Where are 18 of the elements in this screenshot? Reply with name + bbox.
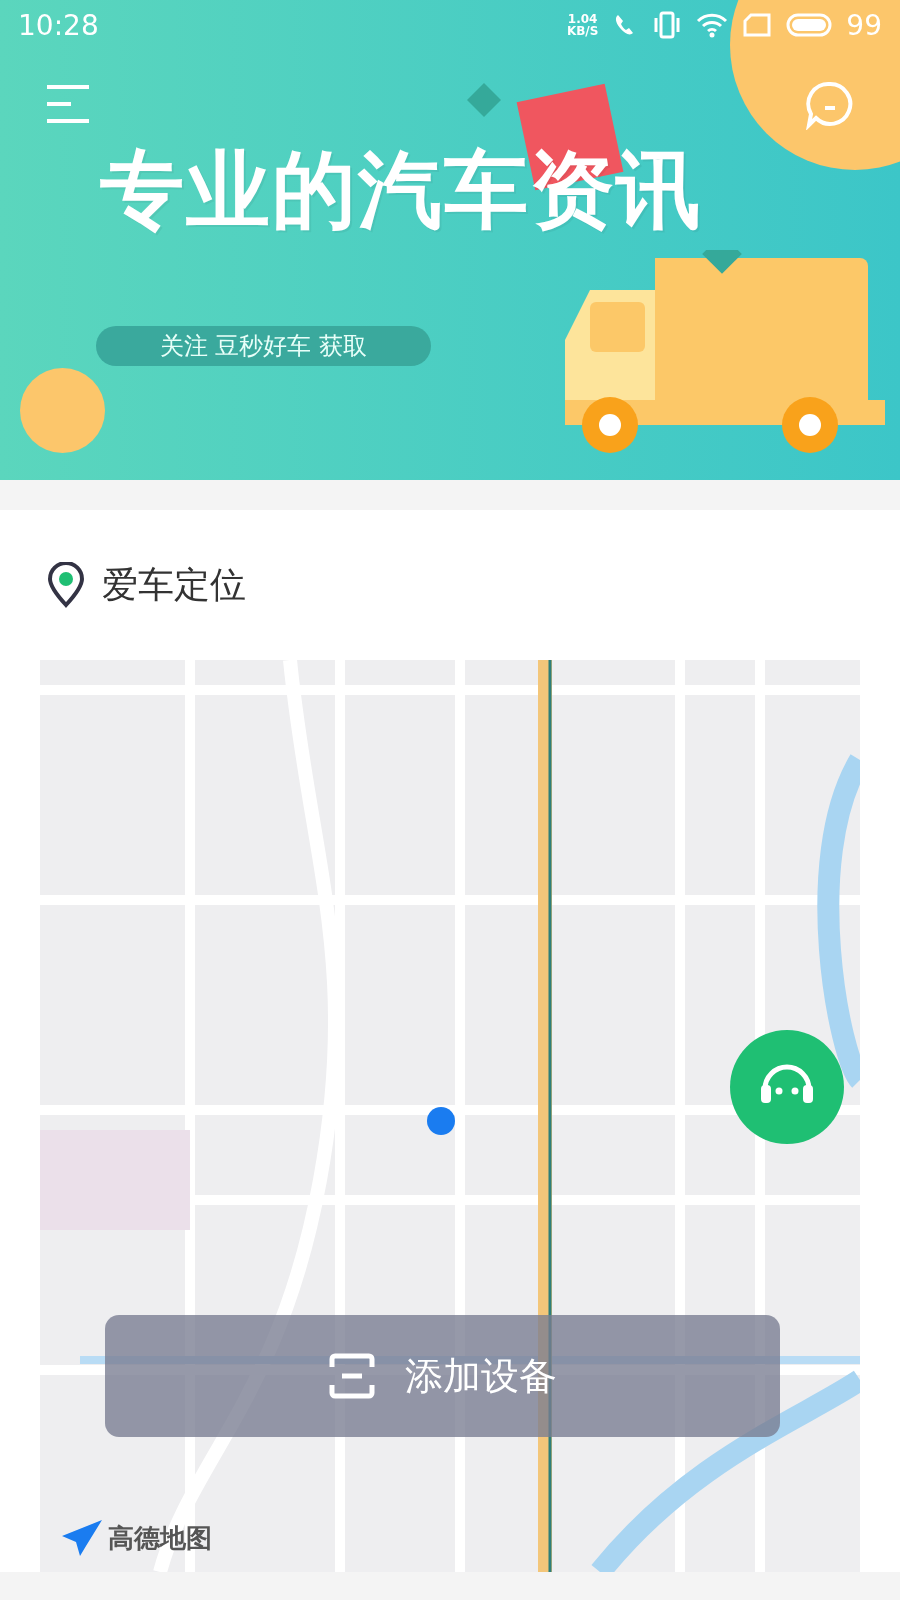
map-attribution: 高德地图 bbox=[108, 1521, 212, 1555]
section-title: 爱车定位 bbox=[102, 562, 246, 607]
chat-icon[interactable] bbox=[805, 80, 855, 130]
sim-icon bbox=[742, 12, 773, 38]
scan-icon bbox=[328, 1353, 375, 1399]
banner-tagline: 关注 豆秒好车 获取 bbox=[96, 326, 431, 366]
location-pin-icon bbox=[46, 562, 86, 608]
paper-plane-icon bbox=[60, 1518, 104, 1558]
battery-level: 99 bbox=[846, 8, 882, 42]
vibrate-icon bbox=[652, 11, 683, 39]
current-location-dot bbox=[427, 1107, 455, 1135]
status-time: 10:28 bbox=[18, 8, 100, 42]
network-speed-unit: KB/S bbox=[566, 25, 599, 37]
network-speed: 1.04 bbox=[567, 13, 598, 25]
menu-icon[interactable] bbox=[45, 84, 91, 124]
map-view[interactable]: 添加设备 高德地图 bbox=[40, 660, 860, 1572]
wifi-icon bbox=[696, 12, 729, 38]
battery-icon bbox=[786, 12, 833, 38]
